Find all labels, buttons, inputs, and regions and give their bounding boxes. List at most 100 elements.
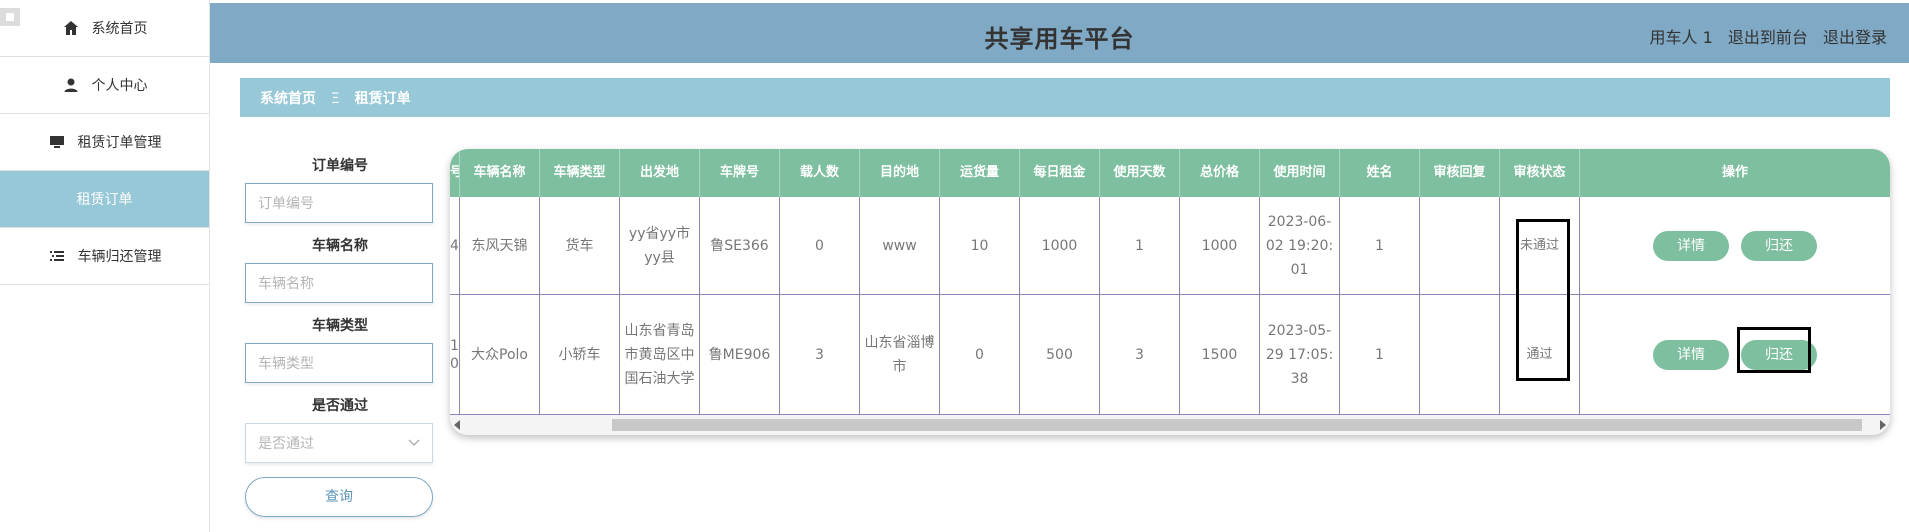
cell-plate: 鲁SE366	[700, 197, 780, 294]
scroll-right-icon[interactable]	[1880, 420, 1886, 430]
col-header-passengers: 载人数	[780, 149, 860, 197]
table-header: 号 车辆名称 车辆类型 出发地 车牌号 载人数 目的地 运货量 每日租金 使用天…	[450, 149, 1890, 197]
cell-id: 4	[450, 197, 460, 294]
sidebar: 系统首页 个人中心 租赁订单管理 租赁订单 车辆归还管理	[0, 0, 210, 532]
return-button[interactable]: 归还	[1741, 230, 1817, 261]
cell-car-type: 小轿车	[540, 295, 620, 414]
monitor-icon	[48, 133, 66, 151]
col-header-id: 号	[450, 149, 460, 197]
cell-car-name: 东风天锦	[460, 197, 540, 294]
table-row: 1 0 大众Polo 小轿车 山东省青岛市黄岛区中国石油大学 鲁ME906 3 …	[450, 295, 1890, 415]
breadcrumb-separator: Ξ	[330, 91, 340, 107]
passed-select[interactable]: 是否通过	[245, 423, 433, 463]
col-header-car-type: 车辆类型	[540, 149, 620, 197]
col-header-review-status: 审核状态	[1500, 149, 1580, 197]
order-no-input[interactable]: 订单编号	[245, 183, 433, 223]
home-icon	[62, 19, 80, 37]
detail-button[interactable]: 详情	[1653, 339, 1729, 370]
list-icon	[48, 247, 66, 265]
scrollbar-thumb[interactable]	[612, 419, 1862, 431]
col-header-cargo: 运货量	[940, 149, 1020, 197]
cell-destination: 山东省淄博市	[860, 295, 940, 414]
sidebar-item-order-management[interactable]: 租赁订单管理	[0, 114, 209, 171]
cell-cargo: 0	[940, 295, 1020, 414]
query-button[interactable]: 查询	[245, 477, 433, 517]
sidebar-item-personal-center[interactable]: 个人中心	[0, 57, 209, 114]
breadcrumb: 系统首页 Ξ 租赁订单	[240, 78, 1890, 117]
cell-review-status: 未通过	[1500, 197, 1580, 294]
col-header-name: 姓名	[1340, 149, 1420, 197]
passed-label: 是否通过	[312, 398, 368, 414]
car-type-label: 车辆类型	[312, 318, 368, 334]
return-button[interactable]: 归还	[1741, 339, 1817, 370]
cell-passengers: 3	[780, 295, 860, 414]
search-form: 订单编号 订单编号 车辆名称 车辆名称 车辆类型 车辆类型 是否通过 是否通过 …	[245, 155, 435, 517]
col-header-daily-rent: 每日租金	[1020, 149, 1100, 197]
cell-plate: 鲁ME906	[700, 295, 780, 414]
car-name-input[interactable]: 车辆名称	[245, 263, 433, 303]
cell-days: 3	[1100, 295, 1180, 414]
sidebar-item-label: 个人中心	[91, 78, 148, 94]
order-no-placeholder: 订单编号	[258, 196, 314, 212]
scroll-left-icon[interactable]	[454, 420, 460, 430]
col-header-review-reply: 审核回复	[1420, 149, 1500, 197]
cell-actions: 详情 归还	[1580, 197, 1890, 294]
sidebar-item-label: 租赁订单	[76, 192, 133, 208]
orders-table: 号 车辆名称 车辆类型 出发地 车牌号 载人数 目的地 运货量 每日租金 使用天…	[450, 149, 1890, 435]
cell-car-name: 大众Polo	[460, 295, 540, 414]
car-type-placeholder: 车辆类型	[258, 356, 314, 372]
logout-link[interactable]: 退出登录	[1823, 28, 1887, 47]
cell-review-reply	[1420, 295, 1500, 414]
col-header-car-name: 车辆名称	[460, 149, 540, 197]
col-header-origin: 出发地	[620, 149, 700, 197]
col-header-actions: 操作	[1721, 165, 1748, 180]
cell-days: 1	[1100, 197, 1180, 294]
cell-passengers: 0	[780, 197, 860, 294]
car-type-input[interactable]: 车辆类型	[245, 343, 433, 383]
col-header-days: 使用天数	[1100, 149, 1180, 197]
sidebar-item-label: 车辆归还管理	[77, 249, 162, 265]
cell-review-reply	[1420, 197, 1500, 294]
cell-destination: www	[860, 197, 940, 294]
back-to-front-link[interactable]: 退出到前台	[1728, 28, 1808, 47]
cell-name: 1	[1340, 197, 1420, 294]
cell-id: 1 0	[450, 295, 460, 414]
cell-origin: yy省yy市yy县	[620, 197, 700, 294]
col-header-use-time: 使用时间	[1260, 149, 1340, 197]
user-icon	[62, 76, 80, 94]
breadcrumb-current: 租赁订单	[354, 91, 411, 107]
sidebar-item-home[interactable]: 系统首页	[0, 0, 209, 57]
car-name-placeholder: 车辆名称	[258, 276, 314, 292]
top-header: 共享用车平台 用车人 1 退出到前台 退出登录	[210, 3, 1909, 63]
table-row: 4 东风天锦 货车 yy省yy市yy县 鲁SE366 0 www 10 1000…	[450, 197, 1890, 295]
cell-use-time: 2023-06-02 19:20:01	[1260, 197, 1340, 294]
col-header-total: 总价格	[1180, 149, 1260, 197]
sidebar-item-rental-orders[interactable]: 租赁订单	[0, 171, 209, 228]
current-user: 用车人 1	[1649, 28, 1713, 47]
cell-daily-rent: 1000	[1020, 197, 1100, 294]
header-user-links: 用车人 1 退出到前台 退出登录	[1640, 24, 1888, 48]
cell-review-status: 通过	[1500, 295, 1580, 414]
cell-daily-rent: 500	[1020, 295, 1100, 414]
cell-cargo: 10	[940, 197, 1020, 294]
sidebar-item-vehicle-return[interactable]: 车辆归还管理	[0, 228, 209, 285]
breadcrumb-home[interactable]: 系统首页	[260, 91, 316, 107]
col-header-destination: 目的地	[860, 149, 940, 197]
horizontal-scrollbar[interactable]	[450, 415, 1890, 435]
sidebar-item-label: 系统首页	[91, 21, 148, 37]
sidebar-item-label: 租赁订单管理	[77, 135, 162, 151]
col-header-plate: 车牌号	[700, 149, 780, 197]
detail-button[interactable]: 详情	[1653, 230, 1729, 261]
car-name-label: 车辆名称	[312, 238, 368, 254]
passed-placeholder: 是否通过	[258, 436, 314, 452]
cell-total: 1000	[1180, 197, 1260, 294]
cell-total: 1500	[1180, 295, 1260, 414]
cell-actions: 详情 归还	[1580, 295, 1890, 414]
cell-name: 1	[1340, 295, 1420, 414]
cell-car-type: 货车	[540, 197, 620, 294]
cell-use-time: 2023-05-29 17:05:38	[1260, 295, 1340, 414]
chevron-down-icon	[408, 435, 420, 451]
order-no-label: 订单编号	[312, 158, 368, 174]
cell-origin: 山东省青岛市黄岛区中国石油大学	[620, 295, 700, 414]
window-corner-icon	[0, 8, 20, 26]
